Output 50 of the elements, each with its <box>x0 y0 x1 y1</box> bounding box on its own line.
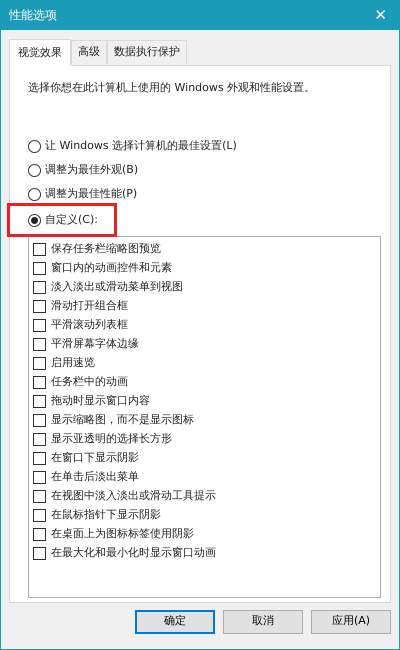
checkbox[interactable] <box>33 395 46 408</box>
checkbox-label: 在鼠标指针下显示阴影 <box>51 507 161 524</box>
checkbox-label: 在最大化和最小化时显示窗口动画 <box>51 545 216 562</box>
checkbox[interactable] <box>33 376 46 389</box>
checkbox[interactable] <box>33 547 46 560</box>
checkbox[interactable] <box>33 490 46 503</box>
tab[interactable]: 高级 <box>71 40 107 64</box>
checkbox[interactable] <box>33 262 46 275</box>
checkbox[interactable] <box>33 471 46 484</box>
window-title: 性能选项 <box>9 7 57 24</box>
description-text: 选择你想在此计算机上使用的 Windows 外观和性能设置。 <box>28 80 316 96</box>
checkbox-label: 在窗口下显示阴影 <box>51 450 139 466</box>
dialog-button[interactable]: 取消 <box>223 610 303 634</box>
checkbox-label: 任务栏中的动画 <box>51 374 128 390</box>
checkbox[interactable] <box>33 338 46 351</box>
radio-option[interactable]: 调整为最佳性能(P) <box>24 182 376 206</box>
radio-button[interactable] <box>28 140 41 152</box>
checkbox[interactable] <box>33 452 46 465</box>
checkbox[interactable] <box>33 281 46 294</box>
checkbox-label: 保存任务栏缩略图预览 <box>51 241 161 258</box>
checkbox-label: 窗口内的动画控件和元素 <box>51 260 172 276</box>
checkbox-label: 在单击后淡出菜单 <box>51 469 139 486</box>
checkbox[interactable] <box>33 528 46 541</box>
dialog-button[interactable]: 应用(A) <box>311 610 391 634</box>
checkbox[interactable] <box>33 433 46 446</box>
dialog-button[interactable]: 确定 <box>135 610 215 634</box>
radio-option[interactable]: 让 Windows 选择计算机的最佳设置(L) <box>24 134 376 158</box>
checkbox[interactable] <box>33 414 46 427</box>
checkbox[interactable] <box>33 509 46 522</box>
checkbox-label: 显示亚透明的选择长方形 <box>51 431 172 448</box>
checkbox[interactable] <box>33 300 46 313</box>
checkbox-label: 平滑滚动列表框 <box>51 317 128 334</box>
checkbox-label: 平滑屏幕字体边缘 <box>51 336 139 352</box>
checkbox-label: 显示缩略图，而不是显示图标 <box>51 412 194 428</box>
tab[interactable]: 视觉效果 <box>9 39 71 66</box>
radio-button[interactable] <box>28 188 41 200</box>
checkbox-label: 启用速览 <box>51 355 95 372</box>
radio-button[interactable] <box>28 214 41 226</box>
checkbox-label: 淡入淡出或滑动菜单到视图 <box>51 279 183 296</box>
radio-button[interactable] <box>28 164 41 176</box>
checkbox-label: 在视图中淡入淡出或滑动工具提示 <box>51 488 216 504</box>
radio-option[interactable]: 自定义(C): <box>10 206 114 234</box>
checkbox-label: 在桌面上为图标标签使用阴影 <box>51 526 194 542</box>
checkbox[interactable] <box>33 243 46 256</box>
checkbox-label: 拖动时显示窗口内容 <box>51 393 150 410</box>
checkbox-label: 滑动打开组合框 <box>51 298 128 314</box>
tab[interactable]: 数据执行保护 <box>107 40 187 64</box>
radio-option[interactable]: 调整为最佳外观(B) <box>24 158 376 182</box>
checkbox[interactable] <box>33 357 46 370</box>
checkbox[interactable] <box>33 319 46 332</box>
